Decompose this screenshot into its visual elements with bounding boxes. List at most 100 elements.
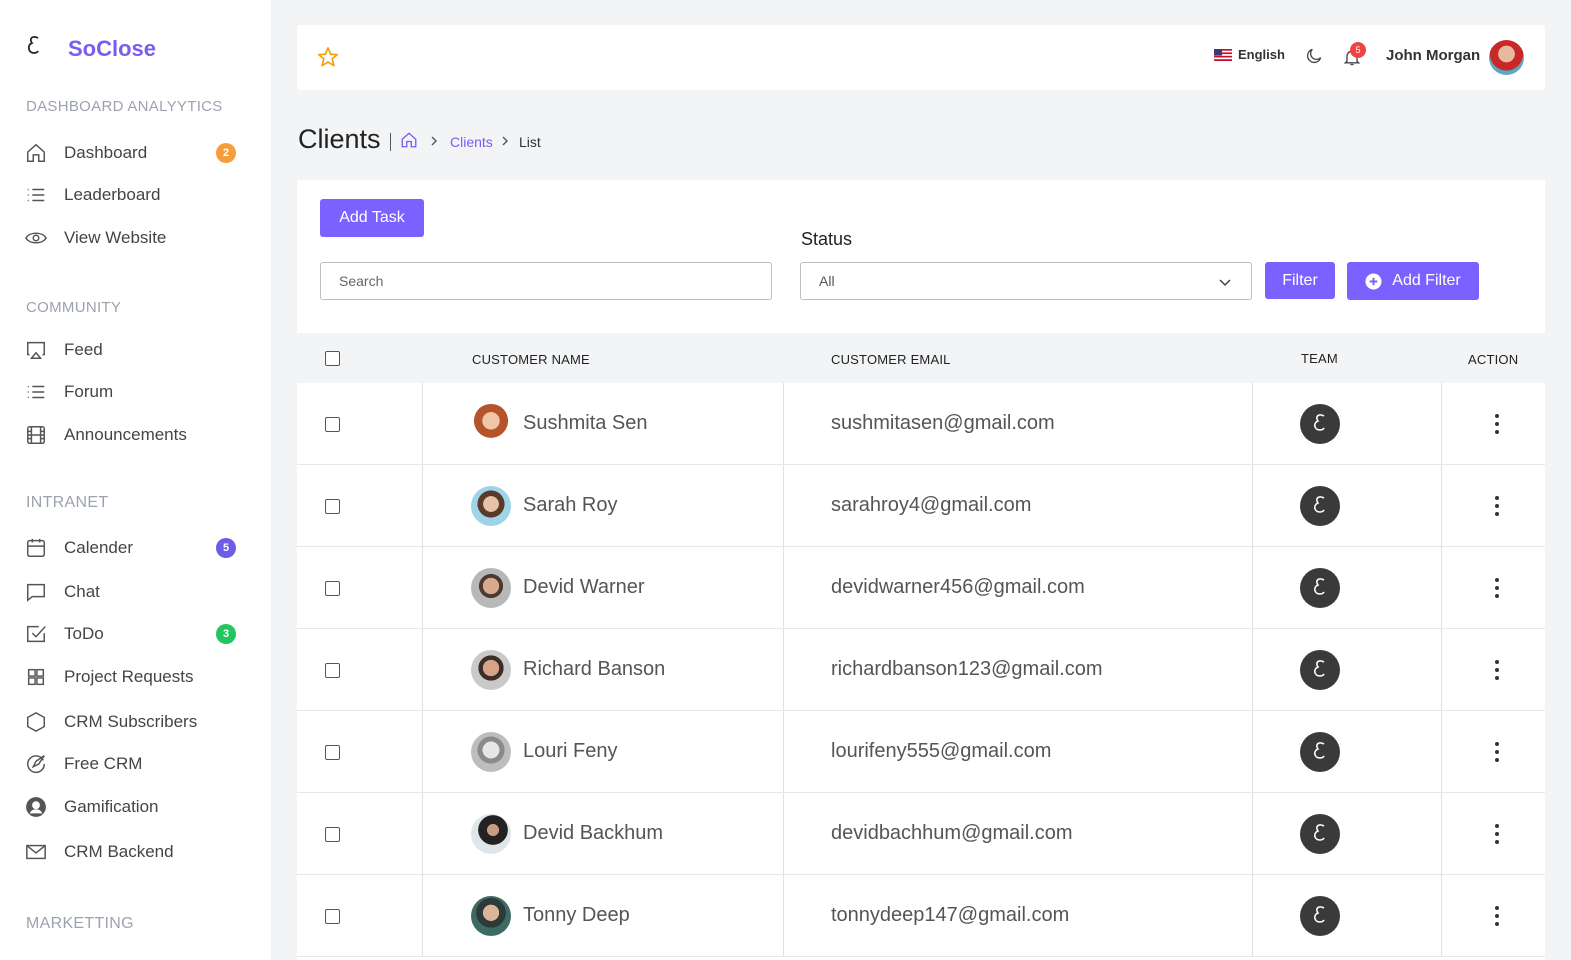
sidebar-item-chat[interactable]: Chat <box>24 576 244 608</box>
customer-email: lourifeny555@gmail.com <box>831 740 1052 762</box>
check-square-icon <box>24 622 48 646</box>
sidebar-item-label: CRM Backend <box>64 842 174 861</box>
table-row[interactable]: Devid Warner devidwarner456@gmail.com <box>297 547 1545 629</box>
team-logo <box>1300 650 1340 690</box>
sidebar-item-forum[interactable]: Forum <box>24 376 244 408</box>
breadcrumb-divider <box>390 133 391 151</box>
user-name[interactable]: John Morgan <box>1386 47 1480 64</box>
sidebar-item-announcements[interactable]: Announcements <box>24 419 244 451</box>
column-header-team[interactable]: TEAM <box>1301 351 1338 366</box>
search-input[interactable] <box>320 262 772 300</box>
row-actions-menu[interactable] <box>1490 496 1504 516</box>
column-header-action: ACTION <box>1468 352 1519 367</box>
row-checkbox[interactable] <box>325 745 340 760</box>
row-actions-menu[interactable] <box>1490 824 1504 844</box>
row-checkbox[interactable] <box>325 909 340 924</box>
row-checkbox[interactable] <box>325 581 340 596</box>
sidebar-item-label: Gamification <box>64 797 159 816</box>
customer-email: sushmitasen@gmail.com <box>831 412 1055 434</box>
table-row[interactable]: Devid Backhum devidbachhum@gmail.com <box>297 793 1545 875</box>
list-icon <box>24 380 48 404</box>
team-logo-icon <box>1314 414 1325 431</box>
team-logo-icon <box>1314 578 1325 595</box>
customer-email: tonnydeep147@gmail.com <box>831 904 1070 926</box>
row-checkbox[interactable] <box>325 499 340 514</box>
customer-name: Devid Backhum <box>523 822 664 844</box>
brand-logo-icon <box>27 36 39 54</box>
sidebar-item-crm-backend[interactable]: CRM Backend <box>24 836 244 868</box>
sidebar-item-label: Announcements <box>64 425 187 444</box>
select-all-checkbox[interactable] <box>325 351 340 366</box>
sidebar-item-label: ToDo <box>64 624 104 643</box>
column-header-customer-email[interactable]: CUSTOMER EMAIL <box>831 352 951 367</box>
sidebar-item-todo[interactable]: ToDo 3 <box>24 618 244 650</box>
row-checkbox[interactable] <box>325 663 340 678</box>
table-row[interactable]: Tonny Deep tonnydeep147@gmail.com <box>297 875 1545 957</box>
row-checkbox[interactable] <box>325 827 340 842</box>
row-checkbox[interactable] <box>325 417 340 432</box>
sidebar-item-label: CRM Subscribers <box>64 712 198 731</box>
avatar <box>471 814 511 854</box>
row-actions-menu[interactable] <box>1490 414 1504 434</box>
home-icon <box>24 141 48 165</box>
chevron-right-icon <box>431 136 437 146</box>
breadcrumb-clients-link[interactable]: Clients <box>450 134 493 150</box>
avatar <box>471 486 511 526</box>
row-actions-menu[interactable] <box>1490 660 1504 680</box>
table-row[interactable]: Sushmita Sen sushmitasen@gmail.com <box>297 383 1545 465</box>
chevron-down-icon <box>1219 279 1231 287</box>
cast-icon <box>24 338 48 362</box>
page-title: Clients <box>298 124 381 154</box>
sidebar-item-dashboard[interactable]: Dashboard 2 <box>24 137 244 169</box>
sidebar-item-project-requests[interactable]: Project Requests <box>24 661 244 693</box>
home-icon[interactable] <box>400 131 418 149</box>
add-filter-button[interactable]: Add Filter <box>1347 262 1479 300</box>
user-circle-icon <box>24 795 48 819</box>
add-task-button[interactable]: Add Task <box>320 199 424 237</box>
sidebar-item-leaderboard[interactable]: Leaderboard <box>24 179 244 211</box>
sidebar-item-label: Free CRM <box>64 754 143 773</box>
sidebar-item-calender[interactable]: Calender 5 <box>24 532 244 564</box>
status-label: Status <box>801 229 853 249</box>
moon-icon[interactable] <box>1304 46 1324 66</box>
avatar <box>471 650 511 690</box>
sidebar-item-label: Project Requests <box>64 667 194 686</box>
todo-badge: 3 <box>216 624 236 644</box>
sidebar-item-label: Feed <box>64 340 103 359</box>
row-actions-menu[interactable] <box>1490 578 1504 598</box>
table-row[interactable]: Louri Feny lourifeny555@gmail.com <box>297 711 1545 793</box>
notification-badge: 5 <box>1350 42 1366 58</box>
user-avatar[interactable] <box>1489 40 1524 75</box>
us-flag-icon <box>1214 48 1232 61</box>
team-logo-icon <box>1314 496 1325 513</box>
film-icon <box>24 423 48 447</box>
customer-email: devidwarner456@gmail.com <box>831 576 1085 598</box>
sidebar-item-label: Chat <box>64 582 100 601</box>
dashboard-badge: 2 <box>216 143 236 163</box>
sidebar-item-crm-subscribers[interactable]: CRM Subscribers <box>24 706 244 738</box>
sidebar-item-gamification[interactable]: Gamification <box>24 791 244 823</box>
star-icon[interactable] <box>317 46 339 68</box>
calendar-icon <box>24 536 48 560</box>
language-selector[interactable]: English <box>1214 47 1285 62</box>
sidebar-item-view-website[interactable]: View Website <box>24 222 244 254</box>
brand[interactable]: SoClose <box>26 34 156 61</box>
section-title-marketting: MARKETTING <box>26 915 134 932</box>
table-row[interactable]: Sarah Roy sarahroy4@gmail.com <box>297 465 1545 547</box>
customer-name: Louri Feny <box>523 740 618 762</box>
team-logo-icon <box>1314 906 1325 923</box>
customer-email: devidbachhum@gmail.com <box>831 822 1073 844</box>
table-row[interactable]: Richard Banson richardbanson123@gmail.co… <box>297 629 1545 711</box>
sidebar-item-free-crm[interactable]: Free CRM <box>24 748 244 780</box>
list-icon <box>24 183 48 207</box>
filter-button[interactable]: Filter <box>1265 262 1335 299</box>
row-actions-menu[interactable] <box>1490 906 1504 926</box>
column-header-customer-name[interactable]: CUSTOMER NAME <box>472 352 590 367</box>
team-logo <box>1300 896 1340 936</box>
row-actions-menu[interactable] <box>1490 742 1504 762</box>
team-logo <box>1300 486 1340 526</box>
status-select-value: All <box>819 273 835 289</box>
eye-icon <box>24 226 48 250</box>
status-select[interactable]: All <box>800 262 1252 300</box>
sidebar-item-feed[interactable]: Feed <box>24 334 244 366</box>
